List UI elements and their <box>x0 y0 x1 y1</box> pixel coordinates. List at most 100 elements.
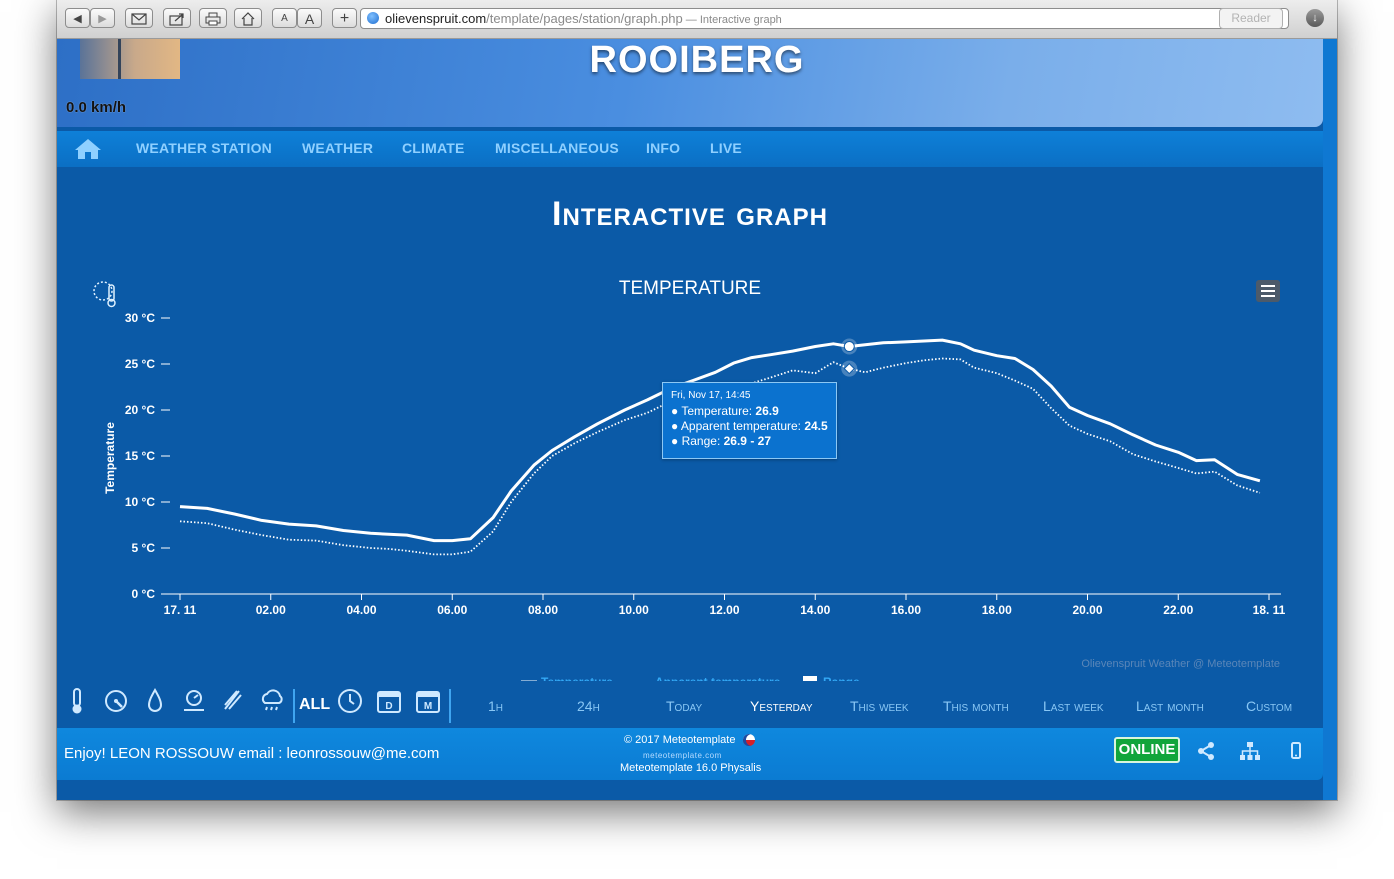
site-footer: Enjoy! LEON ROSSOUW email : leonrossouw@… <box>57 728 1323 780</box>
temperature-type-icon[interactable] <box>93 281 116 308</box>
downloads-icon[interactable]: ↓ <box>1306 9 1324 27</box>
font-larger-button[interactable]: A <box>297 8 322 28</box>
forward-button[interactable]: ▶ <box>90 8 115 28</box>
wind-icon[interactable] <box>219 687 247 715</box>
footer-greeting: Enjoy! LEON ROSSOUW email : leonrossouw@… <box>64 745 440 762</box>
footer-copyright: © 2017 Meteotemplate <box>624 734 736 746</box>
share-button[interactable] <box>163 8 191 28</box>
range-this-week[interactable]: This week <box>850 698 909 714</box>
range-custom[interactable]: Custom <box>1246 698 1292 714</box>
nav-climate[interactable]: CLIMATE <box>402 140 465 156</box>
x-tick-label: 06.00 <box>437 603 467 617</box>
y-tick-label: 25 °C <box>125 357 155 371</box>
print-icon <box>205 12 221 26</box>
globe-icon <box>367 12 379 24</box>
day-calendar-letter: D <box>385 701 392 712</box>
graph-controls: ALL D M 1h 24h Today Yesterday This week… <box>57 681 1323 727</box>
url-path: /template/pages/station/graph.php <box>486 11 683 26</box>
range-1h[interactable]: 1h <box>488 698 503 714</box>
back-button[interactable]: ◀ <box>65 8 90 28</box>
page-title: Interactive graph <box>552 195 828 233</box>
y-tick-label: 30 °C <box>125 311 155 325</box>
x-tick-label: 08.00 <box>528 603 558 617</box>
reader-button[interactable]: Reader <box>1219 8 1283 29</box>
range-this-month[interactable]: This month <box>943 698 1009 714</box>
chart-title: TEMPERATURE <box>619 278 761 299</box>
sitemap-icon[interactable] <box>1239 740 1261 762</box>
mail-icon <box>131 13 147 25</box>
tooltip-row: ● Range: 26.9 - 27 <box>671 434 771 448</box>
range-yesterday[interactable]: Yesterday <box>750 698 813 714</box>
font-smaller-button[interactable]: A <box>272 8 297 28</box>
controls-divider <box>449 689 451 723</box>
tooltip-label: Temperature: <box>681 404 756 418</box>
czech-flag-icon <box>743 734 755 746</box>
all-button[interactable]: ALL <box>299 696 330 714</box>
site-header: ROOIBERG 0.0 km/h <box>57 39 1323 127</box>
wind-speed: 0.0 km/h <box>66 99 127 116</box>
url-domain: olievenspruit.com <box>385 11 487 26</box>
tooltip-value: 24.5 <box>804 419 828 433</box>
footer-site-link[interactable]: meteotemplate.com <box>643 751 722 760</box>
temperature-chart: TEMPERATURE Temperature Olievenspruit We… <box>93 278 1286 681</box>
clock-icon[interactable] <box>336 687 364 715</box>
page-scrollbar[interactable] <box>1323 39 1337 800</box>
mobile-icon[interactable] <box>1285 740 1307 762</box>
web-page: ROOIBERG 0.0 km/h WEATHER STATION WEATHE… <box>57 39 1337 800</box>
share-icon[interactable] <box>1195 740 1217 762</box>
barometer-icon[interactable] <box>180 687 208 715</box>
month-calendar-letter: M <box>424 701 432 712</box>
site-title: ROOIBERG <box>589 39 805 81</box>
page-title-suffix: — Interactive graph <box>682 14 782 26</box>
x-tick-label: 12.00 <box>709 603 739 617</box>
x-tick-label: 22.00 <box>1163 603 1193 617</box>
y-tick-label: 20 °C <box>125 403 155 417</box>
tooltip-value: 26.9 <box>755 404 779 418</box>
print-button[interactable] <box>199 8 227 28</box>
day-calendar-icon[interactable]: D <box>375 687 403 715</box>
drop-icon[interactable] <box>141 687 169 715</box>
month-calendar-icon[interactable]: M <box>414 687 442 715</box>
chart-tooltip: Fri, Nov 17, 14:45 ● Temperature: 26.9 ●… <box>662 382 837 459</box>
range-today[interactable]: Today <box>666 698 702 714</box>
nav-weather-station[interactable]: WEATHER STATION <box>136 140 272 156</box>
tooltip-label: Range: <box>681 434 724 448</box>
x-tick-label: 18. 11 <box>1253 603 1286 617</box>
tooltip-date: Fri, Nov 17, 14:45 <box>671 390 751 401</box>
x-tick-label: 17. 11 <box>164 603 197 617</box>
nav-miscellaneous[interactable]: MISCELLANEOUS <box>495 140 619 156</box>
nav-weather[interactable]: WEATHER <box>302 140 373 156</box>
footer-version: Meteotemplate 16.0 Physalis <box>620 762 762 774</box>
online-status-badge: ONLINE <box>1114 737 1180 763</box>
x-tick-label: 04.00 <box>346 603 376 617</box>
tooltip-row: ● Temperature: 26.9 <box>671 404 779 418</box>
share-icon <box>169 13 184 26</box>
x-tick-label: 16.00 <box>891 603 921 617</box>
tooltip-value: 26.9 - 27 <box>723 434 771 448</box>
home-icon[interactable] <box>73 137 103 161</box>
add-bookmark-button[interactable]: + <box>332 8 357 28</box>
mail-button[interactable] <box>125 8 153 28</box>
controls-divider <box>293 689 295 723</box>
y-tick-label: 15 °C <box>125 449 155 463</box>
main-nav: WEATHER STATION WEATHER CLIMATE MISCELLA… <box>57 131 1323 167</box>
x-tick-label: 18.00 <box>982 603 1012 617</box>
chart-menu-button[interactable] <box>1256 280 1280 302</box>
rain-icon[interactable] <box>258 687 286 715</box>
y-tick-label: 0 °C <box>132 587 156 601</box>
y-tick-label: 10 °C <box>125 495 155 509</box>
range-last-week[interactable]: Last week <box>1043 698 1104 714</box>
x-tick-label: 02.00 <box>256 603 286 617</box>
house-icon <box>241 12 255 26</box>
y-axis-title: Temperature <box>103 422 117 494</box>
nav-info[interactable]: INFO <box>646 140 680 156</box>
home-button[interactable] <box>234 8 262 28</box>
thermometer-icon[interactable] <box>63 687 91 715</box>
range-24h[interactable]: 24h <box>577 698 600 714</box>
range-last-month[interactable]: Last month <box>1136 698 1204 714</box>
nav-live[interactable]: LIVE <box>710 140 742 156</box>
address-bar[interactable]: olievenspruit.com/template/pages/station… <box>360 8 1289 29</box>
chart-credit[interactable]: Olievenspruit Weather @ Meteotemplate <box>1081 658 1280 670</box>
footer-spacer <box>57 780 1323 800</box>
gauge-icon[interactable] <box>102 687 130 715</box>
